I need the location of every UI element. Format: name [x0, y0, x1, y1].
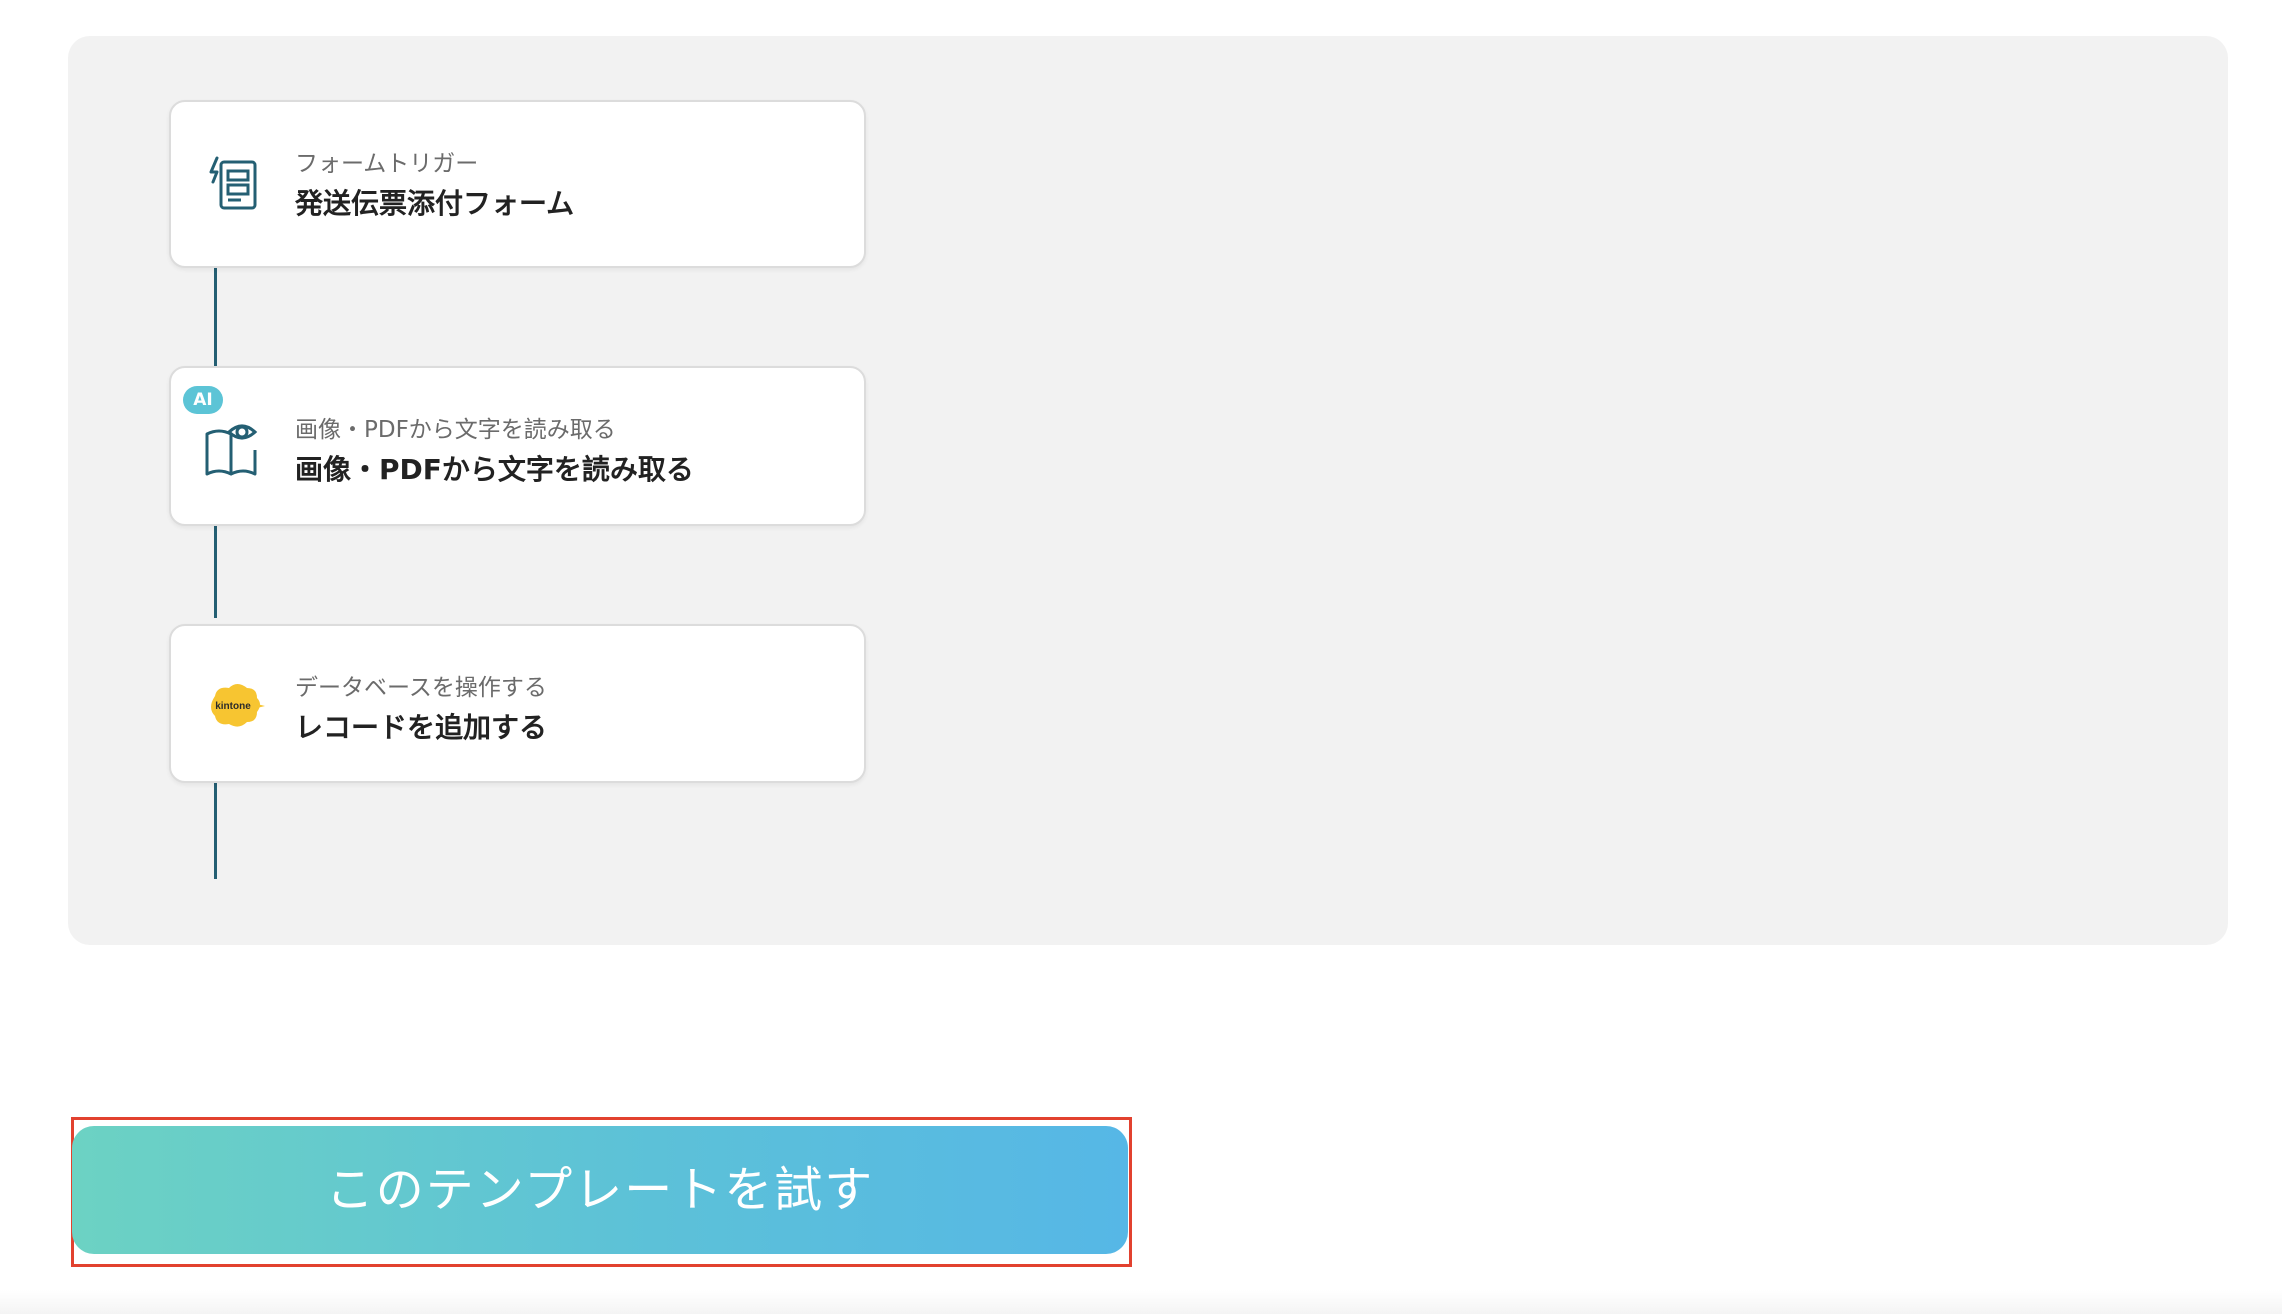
flow-connector [214, 526, 217, 618]
flow-panel: フォームトリガー 発送伝票添付フォーム AI 画像・PDFから文字を読み取る 画… [68, 36, 2228, 945]
form-trigger-icon [201, 152, 265, 216]
ocr-book-eye-icon [201, 418, 265, 482]
flow-step-kintone[interactable]: kintone データベースを操作する レコードを追加する [169, 624, 866, 783]
step-title: レコードを追加する [295, 711, 548, 744]
step-sub-label: データベースを操作する [295, 675, 547, 701]
flow-connector [214, 268, 217, 366]
try-template-button[interactable]: このテンプレートを試す [72, 1126, 1128, 1254]
page-bottom-edge [0, 1290, 2282, 1314]
step-sub-label: フォームトリガー [295, 151, 479, 177]
flow-step-form-trigger[interactable]: フォームトリガー 発送伝票添付フォーム [169, 100, 866, 268]
flow-connector [214, 783, 217, 879]
ai-badge: AI [183, 386, 223, 414]
step-title: 発送伝票添付フォーム [295, 187, 575, 220]
kintone-logo: kintone [201, 674, 265, 738]
kintone-logo-text: kintone [215, 701, 251, 712]
step-title: 画像・PDFから文字を読み取る [295, 453, 694, 486]
step-sub-label: 画像・PDFから文字を読み取る [295, 417, 616, 443]
flow-step-ocr[interactable]: AI 画像・PDFから文字を読み取る 画像・PDFから文字を読み取る [169, 366, 866, 526]
